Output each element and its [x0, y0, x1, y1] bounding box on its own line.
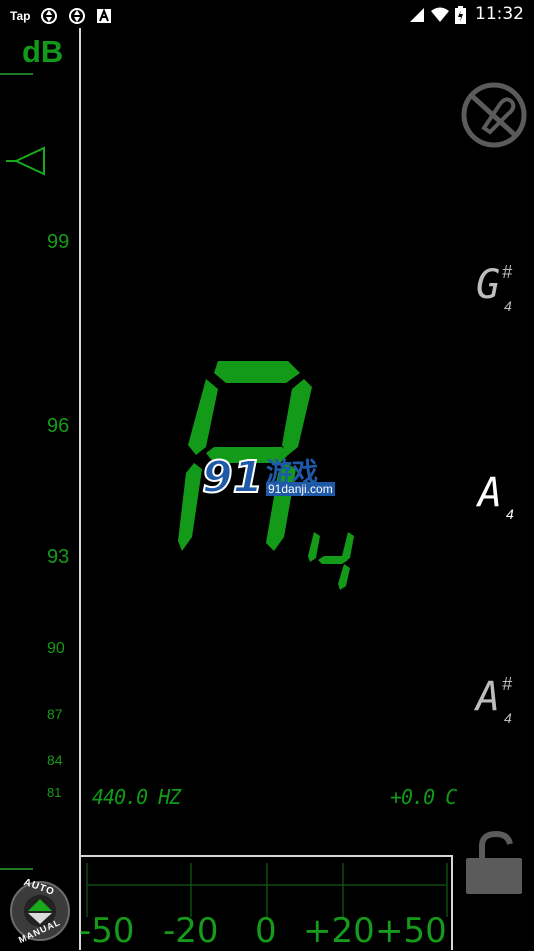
db-scale-label: 93: [47, 546, 70, 568]
status-bar-left: Tap: [10, 7, 112, 25]
note-button-octave: 4: [506, 506, 514, 522]
seg-upper-left: [188, 379, 218, 455]
clock: 11:32: [475, 4, 524, 24]
db-scale-label: 84: [47, 752, 63, 768]
wifi-icon: [431, 7, 449, 22]
frequency-readout: 440.0 HZ: [92, 785, 181, 809]
cents-readout: +0.0 C: [390, 785, 457, 809]
note-button-accidental: #: [502, 262, 513, 282]
db-scale-label: 99: [47, 231, 70, 253]
db-bottom-line: [0, 868, 33, 870]
meter-grid: [86, 863, 448, 917]
db-title: dB: [22, 34, 64, 69]
note-button-octave: 4: [504, 710, 512, 726]
svg-text:91: 91: [202, 452, 263, 503]
meter-label: 0: [255, 911, 277, 951]
db-scale-label: 81: [47, 785, 62, 800]
panel-divider: [79, 28, 81, 950]
watermark: 91 游戏 91danji.com: [200, 448, 336, 504]
meter-label: +20: [303, 911, 375, 951]
note-button-letter: A: [476, 674, 501, 720]
octave-display: [308, 532, 354, 590]
note-button-a-4[interactable]: A 4: [478, 470, 528, 530]
meter-right-border: [451, 855, 453, 950]
signal-icon: [410, 8, 424, 22]
cents-meter: -50 -20 0 +20 +50: [79, 855, 451, 951]
meter-label: -20: [163, 911, 219, 951]
seg-upper-right: [282, 379, 312, 455]
db-underline: [0, 73, 33, 75]
status-bar: Tap 11:32: [0, 0, 534, 28]
app-a-icon: [97, 8, 112, 23]
note-button-letter: A: [478, 470, 503, 516]
watermark-url: 91danji.com: [266, 482, 335, 496]
note-button-letter: G: [476, 262, 501, 308]
seg-lower-left: [178, 463, 202, 551]
sync-icon-2: [69, 8, 86, 24]
sync-icon: [41, 8, 58, 24]
meter-label: +50: [375, 911, 447, 951]
level-pointer-icon: [6, 146, 45, 176]
watermark-logo-icon: 91: [201, 451, 264, 504]
note-button-a-sharp-4[interactable]: A # 4: [476, 674, 526, 734]
status-bar-icons: [409, 6, 466, 24]
unlocked-padlock-icon[interactable]: [464, 828, 524, 896]
note-button-accidental: #: [502, 674, 513, 694]
db-scale-label: 90: [47, 640, 65, 657]
battery-charging-icon: [455, 6, 466, 24]
auto-manual-toggle[interactable]: AUTO MANUAL: [9, 877, 71, 945]
app-label: Tap: [10, 9, 31, 23]
note-button-g-sharp-4[interactable]: G # 4: [476, 262, 526, 322]
seg-top: [214, 361, 300, 383]
db-scale-label: 87: [47, 706, 63, 722]
meter-label: -50: [79, 911, 135, 951]
mute-microphone-icon[interactable]: [460, 82, 528, 148]
db-scale-label: 96: [47, 415, 70, 437]
note-button-octave: 4: [504, 298, 512, 314]
